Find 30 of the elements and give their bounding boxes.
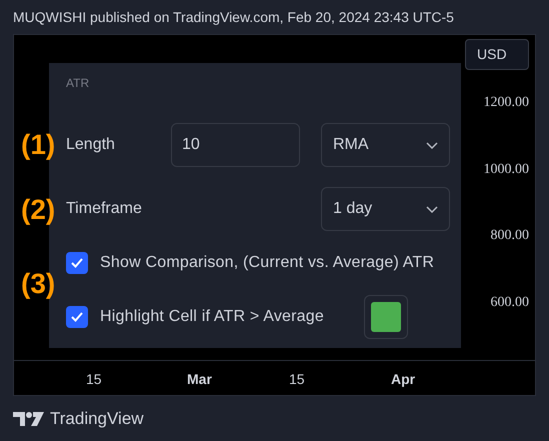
currency-button[interactable]: USD [465, 39, 529, 70]
dropdown[interactable]: 1 day [321, 187, 450, 231]
logo-icon [13, 412, 44, 426]
price-label: 600.00 [490, 294, 529, 312]
panel-title: ATR [66, 76, 90, 90]
color-swatch-button[interactable] [364, 295, 408, 339]
time-label: 15 [86, 370, 102, 390]
checkbox[interactable] [66, 252, 88, 274]
publish-caption: MUQWISHI published on TradingView.com, Feb 20, 2024 23:43 UTC-5 [13, 8, 454, 27]
chevron-down-icon [426, 142, 438, 148]
time-label: Apr [391, 370, 416, 390]
chevron-down-icon [426, 206, 438, 212]
field-label: Highlight Cell if ATR > Average [100, 307, 324, 327]
field-label: Timeframe [66, 199, 142, 219]
checkmark-icon [71, 258, 83, 268]
field-label: Length [66, 135, 115, 155]
price-label: 800.00 [490, 227, 529, 245]
price-label: 1000.00 [484, 161, 529, 179]
annotation-number: (1) [21, 128, 56, 162]
logo-text: TradingView [50, 408, 144, 430]
price-label: 1200.00 [484, 94, 529, 112]
dropdown[interactable]: RMA [321, 123, 450, 167]
time-label: Mar [187, 370, 212, 390]
input-field[interactable]: 10 [171, 123, 300, 167]
time-label: 15 [289, 370, 305, 390]
field-label: Show Comparison, (Current vs. Average) ATR [100, 253, 434, 273]
annotation-number: (3) [21, 267, 56, 301]
checkmark-icon [71, 312, 83, 322]
annotation-number: (2) [21, 193, 56, 227]
checkbox[interactable] [66, 306, 88, 328]
